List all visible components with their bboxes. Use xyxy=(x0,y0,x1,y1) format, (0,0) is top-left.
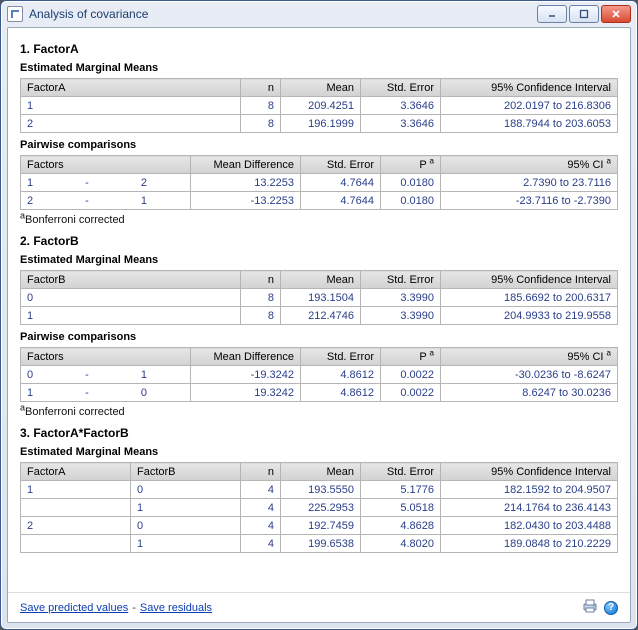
col-n: n xyxy=(241,463,281,481)
col-ci: 95% CI a xyxy=(441,156,618,174)
table-row: 14199.65384.8020189.0848 to 210.2229 xyxy=(21,535,618,553)
table-header-row: FactorAFactorBnMeanStd. Error95% Confide… xyxy=(21,463,618,481)
col-factors: Factors xyxy=(21,348,191,366)
pairwise-table: FactorsMean DifferenceStd. ErrorP a95% C… xyxy=(20,347,618,402)
col-n: n xyxy=(241,271,281,289)
table-row: 1-019.32424.86120.00228.6247 to 30.0236 xyxy=(21,384,618,402)
table-header-row: FactorsMean DifferenceStd. ErrorP a95% C… xyxy=(21,156,618,174)
col-p: P a xyxy=(381,348,441,366)
client-area: 1. FactorA Estimated Marginal Means Factor… xyxy=(7,27,631,623)
maximize-button[interactable] xyxy=(569,5,599,23)
col-ci: 95% Confidence Interval xyxy=(441,271,618,289)
window: Analysis of covariance 1. FactorA Estimat… xyxy=(0,0,638,630)
col-se: Std. Error xyxy=(361,463,441,481)
table-row: 28196.19993.3646188.7944 to 203.6053 xyxy=(21,115,618,133)
footer-sep: - xyxy=(132,602,136,614)
col-mean: Mean xyxy=(281,79,361,97)
print-icon[interactable] xyxy=(582,599,598,616)
col-mean: Mean xyxy=(281,271,361,289)
table-row: 1-213.22534.76440.01802.7390 to 23.7116 xyxy=(21,174,618,192)
col-p: P a xyxy=(381,156,441,174)
col-se: Std. Error xyxy=(361,79,441,97)
table-header-row: FactorsMean DifferenceStd. ErrorP a95% C… xyxy=(21,348,618,366)
col-ci: 95% Confidence Interval xyxy=(441,463,618,481)
col-fb: FactorB xyxy=(131,463,241,481)
col-se: Std. Error xyxy=(301,348,381,366)
table-row: 0-1-19.32424.86120.0022-30.0236 to -8.62… xyxy=(21,366,618,384)
table-row: 18209.42513.3646202.0197 to 216.8306 xyxy=(21,97,618,115)
col-factor: FactorB xyxy=(21,271,241,289)
table-row: 2-1-13.22534.76440.0180-23.7116 to -2.73… xyxy=(21,192,618,210)
help-icon[interactable]: ? xyxy=(604,601,618,615)
footnote: aBonferroni corrected xyxy=(20,214,618,226)
table-header-row: FactorBnMeanStd. Error95% Confidence Int… xyxy=(21,271,618,289)
window-title: Analysis of covariance xyxy=(29,7,148,21)
col-se: Std. Error xyxy=(361,271,441,289)
emm-title: Estimated Marginal Means xyxy=(20,254,618,266)
emm2-table: FactorAFactorBnMeanStd. Error95% Confide… xyxy=(20,462,618,553)
footer: Save predicted values - Save residuals ? xyxy=(8,592,630,622)
table-row: 204192.74594.8628182.0430 to 203.4488 xyxy=(21,517,618,535)
window-buttons xyxy=(537,5,631,23)
table-row: 14225.29535.0518214.1764 to 236.4143 xyxy=(21,499,618,517)
pairwise-title: Pairwise comparisons xyxy=(20,331,618,343)
emm-table: FactorBnMeanStd. Error95% Confidence Int… xyxy=(20,270,618,325)
col-fa: FactorA xyxy=(21,463,131,481)
table-row: 104193.55505.1776182.1592 to 204.9507 xyxy=(21,481,618,499)
section-heading: 2. FactorB xyxy=(20,234,618,248)
section-heading: 1. FactorA xyxy=(20,42,618,56)
save-predicted-link[interactable]: Save predicted values xyxy=(20,602,128,614)
pairwise-title: Pairwise comparisons xyxy=(20,139,618,151)
col-se: Std. Error xyxy=(301,156,381,174)
col-factor: FactorA xyxy=(21,79,241,97)
close-button[interactable] xyxy=(601,5,631,23)
col-mean: Mean xyxy=(281,463,361,481)
titlebar[interactable]: Analysis of covariance xyxy=(1,1,637,27)
emm-table: FactorAnMeanStd. Error95% Confidence Int… xyxy=(20,78,618,133)
footnote: aBonferroni corrected xyxy=(20,406,618,418)
table-header-row: FactorAnMeanStd. Error95% Confidence Int… xyxy=(21,79,618,97)
col-diff: Mean Difference xyxy=(191,348,301,366)
section-heading: 3. FactorA*FactorB xyxy=(20,426,618,440)
minimize-button[interactable] xyxy=(537,5,567,23)
save-residuals-link[interactable]: Save residuals xyxy=(140,602,212,614)
results-scroll[interactable]: 1. FactorA Estimated Marginal Means Factor… xyxy=(8,28,630,592)
col-diff: Mean Difference xyxy=(191,156,301,174)
table-row: 08193.15043.3990185.6692 to 200.6317 xyxy=(21,289,618,307)
col-ci: 95% Confidence Interval xyxy=(441,79,618,97)
document-icon xyxy=(7,6,23,22)
table-row: 18212.47463.3990204.9933 to 219.9558 xyxy=(21,307,618,325)
col-factors: Factors xyxy=(21,156,191,174)
pairwise-table: FactorsMean DifferenceStd. ErrorP a95% C… xyxy=(20,155,618,210)
emm-title: Estimated Marginal Means xyxy=(20,446,618,458)
col-ci: 95% CI a xyxy=(441,348,618,366)
col-n: n xyxy=(241,79,281,97)
emm-title: Estimated Marginal Means xyxy=(20,62,618,74)
